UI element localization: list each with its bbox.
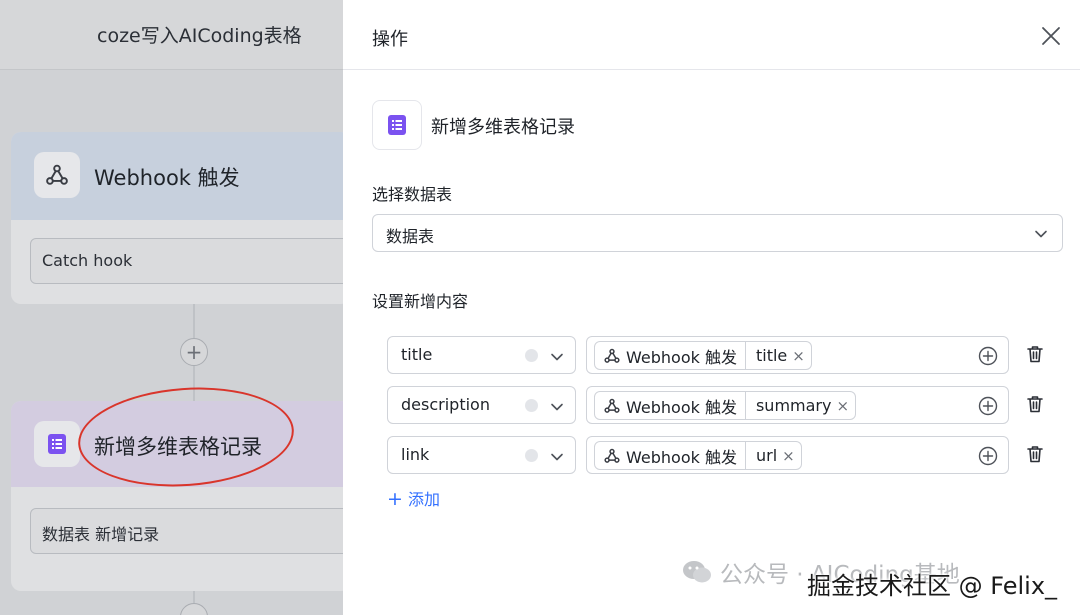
connector-line [193,304,195,338]
field-select[interactable]: link [387,436,576,474]
panel-title: 操作 [372,29,408,50]
add-step-button[interactable]: + [180,338,208,366]
chip-variable: url × [746,442,801,469]
canvas-header: coze写入AICoding表格 [0,0,343,70]
node-field: 数据表 新增记录 [30,508,343,554]
add-variable-icon[interactable] [978,346,998,366]
node-field: Catch hook [30,238,343,284]
trash-icon[interactable] [1025,444,1045,464]
add-field-button[interactable]: + 添加 [387,486,440,510]
field-select[interactable]: description [387,386,576,424]
webhook-icon [604,448,620,463]
value-input[interactable]: Webhook 触发 title × [586,336,1009,374]
value-input[interactable]: Webhook 触发 summary × [586,386,1009,424]
remove-chip-icon[interactable]: × [792,347,805,365]
remove-chip-icon[interactable]: × [782,447,795,465]
select-table-label: 选择数据表 [372,185,453,204]
variable-chip: Webhook 触发 summary × [594,391,857,420]
variable-chip: Webhook 触发 title × [594,341,812,370]
field-mapping-row: title Webhook 触发 title × [387,336,1067,374]
workflow-canvas: coze写入AICoding表格 Webhook 触发 Catch hook + [0,0,343,615]
value-input[interactable]: Webhook 触发 url × [586,436,1009,474]
plus-icon: + [387,488,403,510]
clear-icon[interactable] [525,399,538,412]
table-list-icon [372,100,422,150]
wechat-icon [683,561,711,583]
chip-variable: summary × [746,392,855,419]
field-mapping-row: description Webhook 触发 summary × [387,386,1067,424]
trash-icon[interactable] [1025,344,1045,364]
chip-source-label: Webhook 触发 [626,347,737,367]
chevron-down-icon [551,353,563,361]
field-name: description [401,395,490,414]
clear-icon[interactable] [525,349,538,362]
chevron-down-icon [551,403,563,411]
chip-variable-label: title [755,346,788,365]
add-step-button[interactable] [180,603,208,615]
action-title: 新增多维表格记录 [431,117,575,138]
chevron-down-icon [551,453,563,461]
remove-chip-icon[interactable]: × [836,397,849,415]
chip-source: Webhook 触发 [595,342,746,369]
webhook-trigger-node[interactable]: Webhook 触发 Catch hook [11,132,343,304]
action-settings-panel: 操作 新增多维表格记录 选择数据表 数据表 设置新增内容 title Webho… [343,0,1080,615]
node-title: Webhook 触发 [94,166,240,190]
workflow-title: coze写入AICoding表格 [97,25,302,47]
webhook-icon [604,348,620,363]
field-select[interactable]: title [387,336,576,374]
field-name: title [401,345,433,364]
webhook-icon [34,152,80,198]
webhook-icon [604,398,620,413]
clear-icon[interactable] [525,449,538,462]
add-table-record-node[interactable]: 新增多维表格记录 数据表 新增记录 [11,401,343,591]
connector-line [193,366,195,401]
add-variable-icon[interactable] [978,396,998,416]
table-select[interactable]: 数据表 [372,214,1063,252]
field-name: link [401,445,430,464]
add-variable-icon[interactable] [978,446,998,466]
chevron-down-icon [1035,230,1047,238]
chip-source-label: Webhook 触发 [626,447,737,467]
node-title: 新增多维表格记录 [94,435,262,459]
set-content-label: 设置新增内容 [372,292,469,311]
chip-variable: title × [746,342,811,369]
close-icon[interactable] [1040,25,1062,47]
chip-variable-label: summary [755,396,832,415]
panel-header: 操作 [343,0,1080,70]
juejin-watermark: 掘金技术社区 @ Felix_ [807,572,1058,600]
trash-icon[interactable] [1025,394,1045,414]
chip-variable-label: url [755,446,778,465]
table-select-value: 数据表 [386,227,435,246]
chip-source: Webhook 触发 [595,392,746,419]
node-header: Webhook 触发 [11,132,343,220]
node-header: 新增多维表格记录 [11,401,343,487]
field-mapping-row: link Webhook 触发 url × [387,436,1067,474]
variable-chip: Webhook 触发 url × [594,441,802,470]
add-field-label: 添加 [408,490,441,509]
table-list-icon [34,421,80,467]
chip-source-label: Webhook 触发 [626,397,737,417]
connector-line [193,591,195,603]
chip-source: Webhook 触发 [595,442,746,469]
plus-icon: + [185,340,203,364]
